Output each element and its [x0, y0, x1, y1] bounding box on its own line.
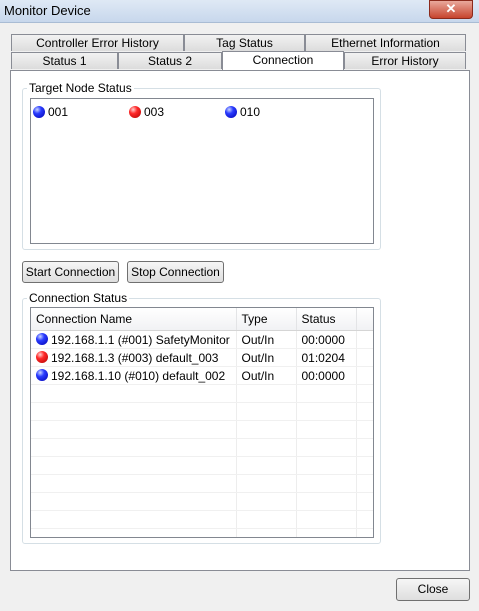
node-id: 003 [144, 105, 165, 119]
table-row[interactable]: 192.168.1.1 (#001) SafetyMonitor Out/In … [31, 330, 373, 349]
connection-tab-panel: Target Node Status 001 003 010 Start Con… [10, 70, 470, 571]
close-icon: ✕ [445, 1, 457, 16]
connection-status-code: 00:0000 [296, 366, 357, 385]
connection-status-group: Connection Status Connection Name Type S… [22, 291, 381, 544]
empty-row [31, 456, 373, 475]
empty-row [31, 420, 373, 439]
empty-row [31, 492, 373, 511]
connection-status-code: 01:0204 [296, 348, 357, 367]
window-close-button[interactable]: ✕ [429, 0, 473, 19]
connection-name: 192.168.1.1 (#001) SafetyMonitor [51, 332, 230, 347]
status-dot-icon [129, 105, 141, 118]
empty-cell [356, 348, 373, 367]
target-node-status-label: Target Node Status [27, 81, 134, 95]
target-node-list[interactable]: 001 003 010 [30, 98, 374, 244]
connection-status-label: Connection Status [27, 291, 130, 305]
window-title: Monitor Device [4, 3, 91, 18]
tab-error-history[interactable]: Error History [344, 52, 466, 69]
empty-cell [356, 366, 373, 385]
connection-table: Connection Name Type Status 192.168.1.1 … [31, 308, 373, 537]
tab-ethernet-information[interactable]: Ethernet Information [305, 34, 466, 51]
column-header-type[interactable]: Type [236, 308, 297, 331]
table-header-row: Connection Name Type Status [31, 308, 373, 331]
tab-connection[interactable]: Connection [222, 51, 344, 70]
status-dot-icon [36, 351, 48, 364]
table-row[interactable]: 192.168.1.3 (#003) default_003 Out/In 01… [31, 348, 373, 367]
tab-controller-error-history[interactable]: Controller Error History [11, 34, 184, 51]
tab-status-2[interactable]: Status 2 [118, 52, 222, 69]
connection-list[interactable]: Connection Name Type Status 192.168.1.1 … [30, 307, 374, 538]
empty-row [31, 402, 373, 421]
empty-row [31, 384, 373, 403]
connection-name: 192.168.1.10 (#010) default_002 [51, 368, 226, 383]
start-connection-button[interactable]: Start Connection [22, 261, 119, 283]
column-header-status[interactable]: Status [296, 308, 357, 331]
table-row[interactable]: 192.168.1.10 (#010) default_002 Out/In 0… [31, 366, 373, 385]
empty-cell [356, 330, 373, 349]
node-id: 001 [48, 105, 69, 119]
column-header-filler [356, 308, 373, 331]
connection-type: Out/In [236, 330, 297, 349]
empty-row [31, 474, 373, 493]
connection-type: Out/In [236, 348, 297, 367]
title-bar: Monitor Device ✕ [0, 0, 479, 23]
node-item[interactable]: 001 [33, 105, 68, 119]
connection-status-code: 00:0000 [296, 330, 357, 349]
node-item[interactable]: 003 [129, 105, 164, 119]
empty-row [31, 528, 373, 537]
connection-name: 192.168.1.3 (#003) default_003 [51, 350, 219, 365]
status-dot-icon [36, 333, 48, 346]
empty-row [31, 438, 373, 457]
connection-type: Out/In [236, 366, 297, 385]
node-item[interactable]: 010 [225, 105, 260, 119]
target-node-status-group: Target Node Status 001 003 010 [22, 81, 381, 250]
close-button[interactable]: Close [396, 578, 470, 601]
tab-tag-status[interactable]: Tag Status [184, 34, 305, 51]
empty-row [31, 510, 373, 529]
node-id: 010 [240, 105, 261, 119]
tab-status-1[interactable]: Status 1 [11, 52, 118, 69]
column-header-connection-name[interactable]: Connection Name [31, 308, 237, 331]
status-dot-icon [33, 105, 45, 118]
stop-connection-button[interactable]: Stop Connection [127, 261, 224, 283]
status-dot-icon [225, 105, 237, 118]
status-dot-icon [36, 369, 48, 382]
